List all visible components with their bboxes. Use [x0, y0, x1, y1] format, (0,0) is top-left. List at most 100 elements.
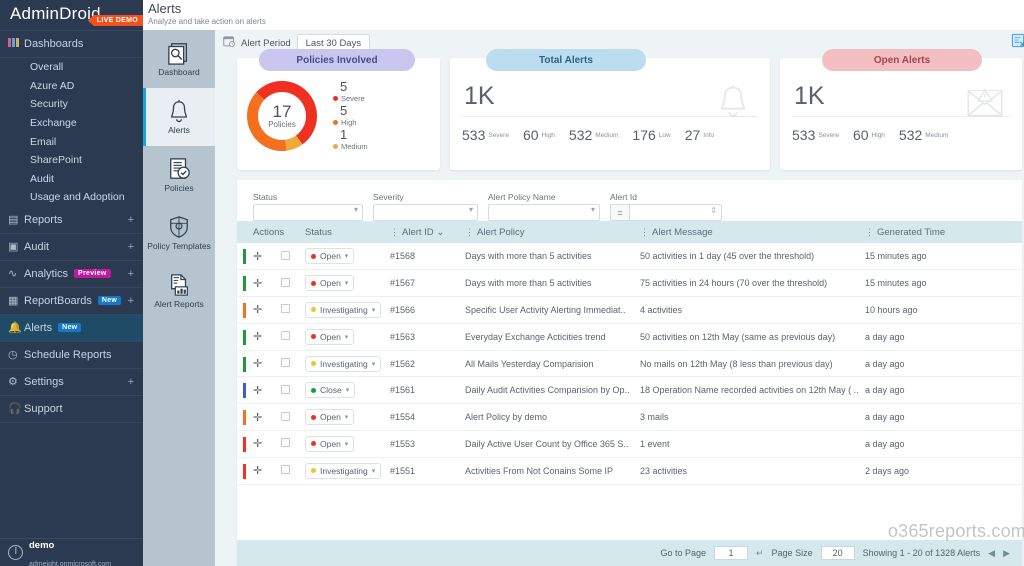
expand-row-icon[interactable]: ✛	[253, 278, 262, 290]
expand-row-icon[interactable]: ✛	[253, 465, 262, 477]
row-checkbox[interactable]	[281, 411, 290, 421]
enter-icon[interactable]: ↵	[756, 548, 764, 559]
chevron-down-icon: ▾	[371, 360, 376, 368]
sidebar-item-reports[interactable]: ▤ Reports +	[0, 207, 143, 234]
status-select[interactable]	[253, 204, 363, 221]
brand[interactable]: AdminDroid LIVE DEMO	[0, 0, 143, 30]
row-expand-cell: ✛	[247, 243, 275, 271]
row-checkbox[interactable]	[281, 277, 290, 287]
row-checkbox[interactable]	[281, 438, 290, 448]
row-checkbox[interactable]	[281, 384, 290, 394]
column-header-generated-time[interactable]: ⋮ Generated Time	[859, 221, 1022, 243]
sidebar-item-schedule-reports[interactable]: ◷ Schedule Reports	[0, 342, 143, 369]
expand-icon[interactable]: +	[128, 214, 134, 226]
right-column: Alerts Analyze and take action on alerts…	[143, 0, 1024, 566]
table-row[interactable]: ✛ Open ▾ #1563 Everyday Exchange Acticit…	[237, 323, 1022, 351]
audit-icon: ▣	[8, 241, 19, 254]
dashboard-subitem-email[interactable]: Email	[0, 132, 143, 151]
column-grip[interactable]: ⋮	[640, 227, 649, 237]
expand-row-icon[interactable]: ✛	[253, 385, 262, 397]
table-row[interactable]: ✛ Close ▾ #1561 Daily Audit Activities C…	[237, 376, 1022, 405]
status-dropdown[interactable]: Investigating ▾	[305, 355, 382, 372]
sidebar-item-alerts[interactable]: 🔔 Alerts New	[0, 314, 143, 342]
expand-row-icon[interactable]: ✛	[253, 331, 262, 343]
row-checkbox[interactable]	[281, 465, 290, 475]
export-icon[interactable]	[1011, 33, 1024, 53]
column-grip[interactable]: ⋮	[390, 227, 399, 237]
row-status-cell: Open ▾	[299, 403, 384, 432]
sort-icon[interactable]: ⌄	[436, 227, 444, 238]
expand-row-icon[interactable]: ✛	[253, 251, 262, 263]
rail-item-policies[interactable]: Policies	[143, 146, 215, 204]
table-row[interactable]: ✛ Open ▾ #1553 Daily Active User Count b…	[237, 430, 1022, 458]
rail-item-alerts[interactable]: Alerts	[143, 88, 215, 146]
sidebar-item-analytics[interactable]: ∿ Analytics Preview +	[0, 261, 143, 288]
row-checkbox[interactable]	[281, 331, 290, 341]
expand-row-icon[interactable]: ✛	[253, 438, 262, 450]
column-header-actions[interactable]: Actions	[247, 221, 299, 243]
status-dropdown[interactable]: Open ▾	[305, 409, 355, 426]
dashboard-subitem-azure-ad[interactable]: Azure AD	[0, 77, 143, 96]
severity-select[interactable]	[373, 204, 478, 221]
table-row[interactable]: ✛ Open ▾ #1568 Days with more than 5 act…	[237, 243, 1022, 271]
sidebar-item-audit[interactable]: ▣ Audit +	[0, 234, 143, 261]
status-dropdown[interactable]: Investigating ▾	[305, 301, 382, 318]
severity-value: 533	[792, 127, 816, 143]
sidebar-item-support[interactable]: 🎧 Support	[0, 396, 143, 423]
dashboard-subitem-usage-and-adoption[interactable]: Usage and Adoption	[0, 188, 143, 207]
status-dropdown[interactable]: Open ▾	[305, 275, 355, 292]
column-grip[interactable]: ⋮	[465, 227, 474, 237]
table-row[interactable]: ✛ Investigating ▾ #1551 Activities From …	[237, 457, 1022, 485]
rail-item-alert-reports[interactable]: Alert Reports	[143, 262, 215, 320]
prev-arrow-icon[interactable]: ◀	[988, 548, 995, 559]
expand-icon[interactable]: +	[128, 295, 134, 307]
power-icon[interactable]	[8, 545, 23, 560]
status-dropdown[interactable]: Open ▾	[305, 328, 355, 345]
sidebar-item-reportboards[interactable]: ▦ ReportBoards New +	[0, 288, 143, 315]
rail-item-dashboard[interactable]: Dashboard	[143, 30, 215, 88]
dashboard-subitem-exchange[interactable]: Exchange	[0, 114, 143, 133]
expand-icon[interactable]: +	[128, 241, 134, 253]
rail-item-policy-templates[interactable]: Policy Templates	[143, 204, 215, 262]
table-row[interactable]: ✛ Open ▾ #1554 Alert Policy by demo 3 ma…	[237, 403, 1022, 432]
alert-policy-name-select[interactable]	[488, 204, 600, 221]
legend-value: 5	[340, 79, 348, 94]
status-dropdown[interactable]: Close ▾	[305, 382, 356, 399]
expand-row-icon[interactable]: ✛	[253, 412, 262, 424]
dashboard-subitem-security[interactable]: Security	[0, 95, 143, 114]
filter-alert-policy-name: Alert Policy Name	[488, 192, 600, 221]
sidebar-item-dashboards[interactable]: Dashboards	[0, 31, 143, 58]
status-dropdown[interactable]: Investigating ▾	[305, 462, 382, 479]
expand-row-icon[interactable]: ✛	[253, 358, 262, 370]
expand-icon[interactable]: +	[128, 376, 134, 388]
column-header-status[interactable]: Status	[299, 221, 384, 243]
alert-id-input[interactable]	[630, 204, 722, 221]
column-header-alert-policy[interactable]: ⋮ Alert Policy	[459, 221, 634, 243]
column-header-alert-message[interactable]: ⋮ Alert Message	[634, 221, 859, 243]
row-checkbox[interactable]	[281, 304, 290, 314]
status-dropdown[interactable]: Open ▾	[305, 435, 355, 452]
expand-row-icon[interactable]: ✛	[253, 304, 262, 316]
dashboard-subitem-audit[interactable]: Audit	[0, 170, 143, 189]
table-row[interactable]: ✛ Open ▾ #1567 Days with more than 5 act…	[237, 269, 1022, 298]
dashboard-subitem-sharepoint[interactable]: SharePoint	[0, 151, 143, 170]
row-checkbox[interactable]	[281, 358, 290, 368]
row-checkbox[interactable]	[281, 250, 290, 260]
user-profile[interactable]: demo admeight.onmicrosoft.com	[0, 538, 143, 566]
goto-page-input[interactable]: 1	[714, 546, 748, 560]
row-alert-message: 50 activities in 1 day (45 over the thre…	[634, 243, 859, 271]
severity-value: 27	[684, 127, 701, 143]
table-row[interactable]: ✛ Investigating ▾ #1562 All Mails Yester…	[237, 350, 1022, 378]
expand-icon[interactable]: +	[128, 268, 134, 280]
severity-label: High	[541, 132, 555, 139]
row-select-cell	[275, 243, 299, 271]
sidebar-item-settings[interactable]: ⚙ Settings +	[0, 369, 143, 396]
column-header-alert-id[interactable]: ⋮ Alert ID ⌄	[384, 221, 459, 243]
table-row[interactable]: ✛ Investigating ▾ #1566 Specific User Ac…	[237, 296, 1022, 324]
column-grip[interactable]: ⋮	[865, 227, 874, 237]
dashboard-subitem-overall[interactable]: Overall	[0, 58, 143, 77]
operator-button[interactable]: =	[610, 204, 630, 221]
status-dropdown[interactable]: Open ▾	[305, 248, 355, 265]
next-arrow-icon[interactable]: ▶	[1003, 548, 1010, 559]
page-size-input[interactable]: 20	[820, 546, 855, 560]
